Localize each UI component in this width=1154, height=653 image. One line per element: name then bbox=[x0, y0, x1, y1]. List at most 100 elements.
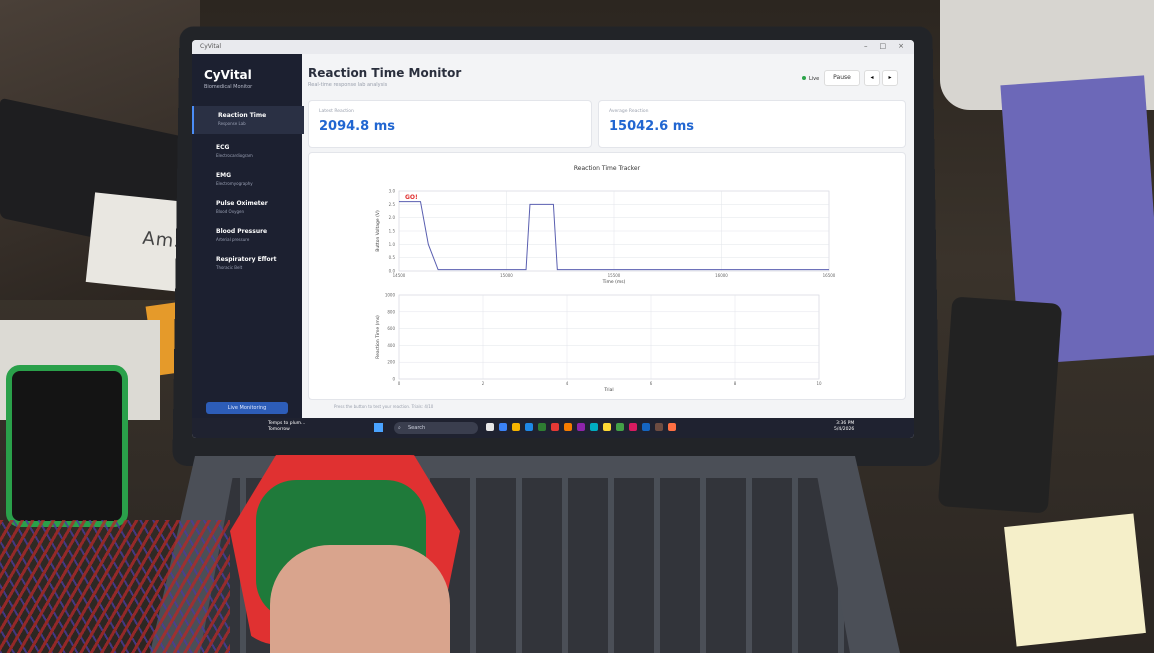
taskbar-app-icon[interactable] bbox=[525, 423, 533, 431]
y-tick-label: 0 bbox=[392, 377, 395, 382]
taskbar-app-icon[interactable] bbox=[499, 423, 507, 431]
sidebar-item-reaction-time[interactable]: Reaction Time Response Lab bbox=[192, 106, 304, 134]
weather-line2: Tomorrow bbox=[268, 427, 290, 432]
sidebar-item-label: Pulse Oximeter bbox=[216, 200, 268, 207]
y-tick-label: 3.0 bbox=[389, 189, 396, 194]
laptop-charger bbox=[937, 296, 1063, 514]
y-tick-label: 1.5 bbox=[389, 229, 396, 234]
hand bbox=[270, 545, 450, 653]
pause-button[interactable]: Pause bbox=[824, 70, 860, 86]
main-content: Reaction Time Monitor Real-time response… bbox=[302, 54, 914, 431]
sidebar-item-sub: Electromyography bbox=[216, 181, 253, 186]
y-tick-label: 1000 bbox=[385, 293, 396, 298]
taskbar: Temps to plum... Tomorrow ⌕ Search 3:36 … bbox=[192, 418, 914, 438]
colored-wires bbox=[0, 520, 230, 653]
taskbar-clock[interactable]: 3:36 PM 5/4/2026 bbox=[834, 421, 854, 433]
sidebar-item-label: EMG bbox=[216, 172, 231, 179]
live-dot-icon bbox=[802, 76, 806, 80]
sidebar-item-respiratory-effort[interactable]: Respiratory Effort Thoracic Belt bbox=[192, 250, 302, 278]
clock-date: 5/4/2026 bbox=[834, 427, 855, 432]
taskbar-app-icon[interactable] bbox=[564, 423, 572, 431]
weather-widget[interactable]: Temps to plum... Tomorrow bbox=[268, 421, 305, 433]
taskbar-app-icon[interactable] bbox=[629, 423, 637, 431]
taskbar-app-icon[interactable] bbox=[577, 423, 585, 431]
page-title: Reaction Time Monitor bbox=[308, 66, 462, 80]
x-tick-label: 4 bbox=[566, 381, 569, 386]
x-tick-label: 10 bbox=[816, 381, 822, 386]
x-tick-label: 16000 bbox=[715, 273, 728, 278]
sidebar-item-sub: Thoracic Belt bbox=[216, 265, 243, 270]
x-tick-label: 6 bbox=[650, 381, 653, 386]
x-tick-label: 15000 bbox=[500, 273, 513, 278]
taskbar-app-icon[interactable] bbox=[642, 423, 650, 431]
charts-svg: 0.00.51.01.52.02.53.014500 15000 15500 1600… bbox=[375, 189, 836, 394]
x-tick-label: 8 bbox=[734, 381, 737, 386]
taskbar-app-icon[interactable] bbox=[590, 423, 598, 431]
taskbar-app-icon[interactable] bbox=[655, 423, 663, 431]
latest-reaction-card: Latest Reaction 2094.8 ms bbox=[308, 100, 592, 148]
sidebar-item-label: Blood Pressure bbox=[216, 228, 268, 235]
sidebar-item-emg[interactable]: EMG Electromyography bbox=[192, 166, 302, 194]
y-tick-label: 2.0 bbox=[389, 215, 396, 220]
x-tick-label: 2 bbox=[482, 381, 485, 386]
search-icon: ⌕ bbox=[398, 425, 401, 431]
x-axis-label: Time (ms) bbox=[602, 279, 626, 285]
sidebar-item-pulse-oximeter[interactable]: Pulse Oximeter Blood Oxygen bbox=[192, 194, 302, 222]
card-caption: Latest Reaction bbox=[319, 109, 354, 114]
plot-area bbox=[398, 294, 820, 380]
sidebar-item-label: Reaction Time bbox=[218, 112, 267, 119]
search-placeholder: Search bbox=[408, 425, 426, 431]
y-axis-label: Reaction Time (ms) bbox=[375, 315, 381, 359]
y-axis-label: Button Voltage (V) bbox=[375, 210, 381, 252]
sidebar-item-sub: Response Lab bbox=[218, 121, 246, 126]
taskbar-app-icon[interactable] bbox=[486, 423, 494, 431]
chart-panel: Reaction Time Tracker 0.0 0.5 1.0 1.5 2.0 2.5… bbox=[308, 152, 906, 400]
brand-title: CyVital bbox=[204, 68, 252, 82]
maximize-button[interactable]: □ bbox=[880, 42, 887, 50]
status-line: Press the button to test your reaction. … bbox=[334, 404, 434, 409]
taskbar-app-icon[interactable] bbox=[551, 423, 559, 431]
card-value: 2094.8 ms bbox=[319, 119, 395, 134]
taskbar-app-icons bbox=[486, 423, 676, 431]
x-tick-label: 0 bbox=[398, 381, 401, 386]
sidebar-item-sub: Electrocardiogram bbox=[216, 153, 253, 158]
y-tick-label: 600 bbox=[387, 326, 395, 331]
brand-subtitle: Biomedical Monitor bbox=[204, 84, 253, 90]
close-button[interactable]: × bbox=[898, 42, 904, 50]
minimize-button[interactable]: – bbox=[864, 42, 868, 50]
window-titlebar: CyVital – □ × bbox=[192, 40, 914, 54]
sidebar: CyVital Biomedical Monitor Reaction Time… bbox=[192, 54, 304, 418]
y-tick-label: 200 bbox=[387, 360, 395, 365]
y-tick-label: 0.5 bbox=[389, 255, 396, 260]
page-subtitle: Real-time response lab analysis bbox=[308, 82, 388, 88]
y-tick-label: 2.5 bbox=[389, 202, 396, 207]
y-tick-label: 1.0 bbox=[389, 242, 396, 247]
y-tick-label: 800 bbox=[387, 309, 395, 314]
taskbar-app-icon[interactable] bbox=[603, 423, 611, 431]
x-axis-label: Trial bbox=[603, 387, 613, 393]
sidebar-item-label: ECG bbox=[216, 144, 230, 151]
sidebar-item-label: Respiratory Effort bbox=[216, 256, 277, 263]
live-label: Live bbox=[809, 76, 820, 82]
taskbar-app-icon[interactable] bbox=[616, 423, 624, 431]
sidebar-item-sub: Blood Oxygen bbox=[216, 209, 244, 214]
sidebar-item-sub: Arterial pressure bbox=[216, 237, 250, 242]
sidebar-item-ecg[interactable]: ECG Electrocardiogram bbox=[192, 138, 302, 166]
taskbar-search[interactable]: ⌕ Search bbox=[394, 422, 478, 434]
windows-start-icon[interactable] bbox=[374, 423, 383, 432]
taskbar-app-icon[interactable] bbox=[538, 423, 546, 431]
taskbar-app-icon[interactable] bbox=[512, 423, 520, 431]
sidebar-item-blood-pressure[interactable]: Blood Pressure Arterial pressure bbox=[192, 222, 302, 250]
green-device bbox=[6, 365, 128, 527]
x-tick-label: 14500 bbox=[393, 273, 406, 278]
next-button[interactable]: ▸ bbox=[882, 70, 898, 86]
window-app-title: CyVital bbox=[200, 43, 222, 50]
photo-scene: AmScope CyVital – □ × CyVital Biomedical… bbox=[0, 0, 1154, 653]
live-monitoring-button[interactable]: Live Monitoring bbox=[206, 402, 288, 414]
note-card bbox=[1004, 513, 1146, 647]
prev-button[interactable]: ◂ bbox=[864, 70, 880, 86]
card-caption: Average Reaction bbox=[609, 109, 649, 114]
average-reaction-card: Average Reaction 15042.6 ms bbox=[598, 100, 906, 148]
taskbar-app-icon[interactable] bbox=[668, 423, 676, 431]
laptop-screen: CyVital – □ × CyVital Biomedical Monitor… bbox=[192, 40, 914, 438]
